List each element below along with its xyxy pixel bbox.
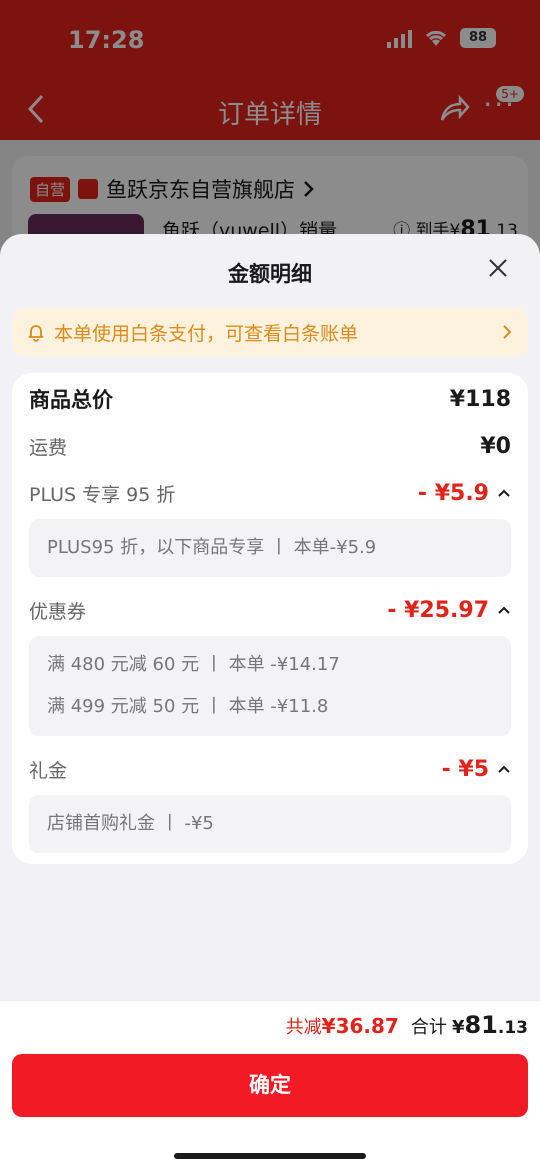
notice-text: 本单使用白条支付，可查看白条账单 xyxy=(54,322,359,345)
sheet-footer: 共减¥36.87 合计 ¥81.13 确定 xyxy=(0,1000,540,1170)
coupon-value-wrap: - ¥25.97 xyxy=(387,598,511,623)
gift-details: 店铺首购礼金 丨 -¥5 xyxy=(29,795,511,853)
coupon-row[interactable]: 优惠券 - ¥25.97 xyxy=(29,594,511,626)
gift-value-wrap: - ¥5 xyxy=(442,757,511,782)
close-icon[interactable] xyxy=(486,256,510,280)
plus-discount-value-wrap: - ¥5.9 xyxy=(418,481,511,506)
amount-detail-sheet: 金额明细 本单使用白条支付，可查看白条账单 商品总价 ¥118 运费 ¥0 PL… xyxy=(0,234,540,1170)
gift-label: 礼金 xyxy=(29,759,68,782)
coupon-line: 满 499 元减 50 元 丨 本单 -¥11.8 xyxy=(47,696,329,717)
total-label: 合计 xyxy=(410,1017,447,1038)
totals-summary: 共减¥36.87 合计 ¥81.13 xyxy=(286,1011,528,1039)
shipping-value: ¥0 xyxy=(480,433,511,459)
goods-total-row: 商品总价 ¥118 xyxy=(29,383,511,415)
chevron-right-icon xyxy=(503,325,512,339)
chevron-up-icon[interactable] xyxy=(497,764,511,774)
plus-discount-details: PLUS95 折，以下商品专享 丨 本单-¥5.9 xyxy=(29,519,511,577)
total-symbol: ¥ xyxy=(451,1017,465,1038)
plus-discount-line: PLUS95 折，以下商品专享 丨 本单-¥5.9 xyxy=(47,537,377,558)
total-integer: 81 xyxy=(464,1011,498,1039)
chevron-up-icon[interactable] xyxy=(497,488,511,498)
plus-discount-label: PLUS 专享 95 折 xyxy=(29,483,176,506)
gift-value: - ¥5 xyxy=(441,756,489,782)
shipping-row: 运费 ¥0 xyxy=(29,430,511,462)
gift-line: 店铺首购礼金 丨 -¥5 xyxy=(47,813,214,834)
plus-discount-row[interactable]: PLUS 专享 95 折 - ¥5.9 xyxy=(29,477,511,509)
coupon-value: - ¥25.97 xyxy=(387,597,489,623)
sheet-title: 金额明细 xyxy=(228,262,312,286)
coupon-details: 满 480 元减 60 元 丨 本单 -¥14.17 满 499 元减 50 元… xyxy=(29,636,511,736)
saved-value: ¥36.87 xyxy=(321,1014,399,1038)
chevron-up-icon[interactable] xyxy=(497,605,511,615)
amount-detail-card: 商品总价 ¥118 运费 ¥0 PLUS 专享 95 折 - ¥5.9 PLUS… xyxy=(12,373,528,864)
gift-row[interactable]: 礼金 - ¥5 xyxy=(29,753,511,785)
saved-summary: 共减¥36.87 xyxy=(286,1013,399,1039)
bell-icon xyxy=(28,325,44,342)
total-decimal: .13 xyxy=(497,1018,528,1038)
coupon-line: 满 480 元减 60 元 丨 本单 -¥14.17 xyxy=(47,654,340,675)
plus-discount-value: - ¥5.9 xyxy=(417,480,489,506)
goods-total-label: 商品总价 xyxy=(29,388,113,412)
baitiao-notice[interactable]: 本单使用白条支付，可查看白条账单 xyxy=(12,308,528,356)
total-summary: 合计 ¥81.13 xyxy=(411,1011,528,1039)
coupon-label: 优惠券 xyxy=(29,600,87,623)
goods-total-value: ¥118 xyxy=(449,386,511,412)
home-indicator xyxy=(174,1153,366,1159)
confirm-button[interactable]: 确定 xyxy=(12,1054,528,1117)
shipping-label: 运费 xyxy=(29,436,68,459)
saved-label: 共减 xyxy=(285,1017,322,1038)
